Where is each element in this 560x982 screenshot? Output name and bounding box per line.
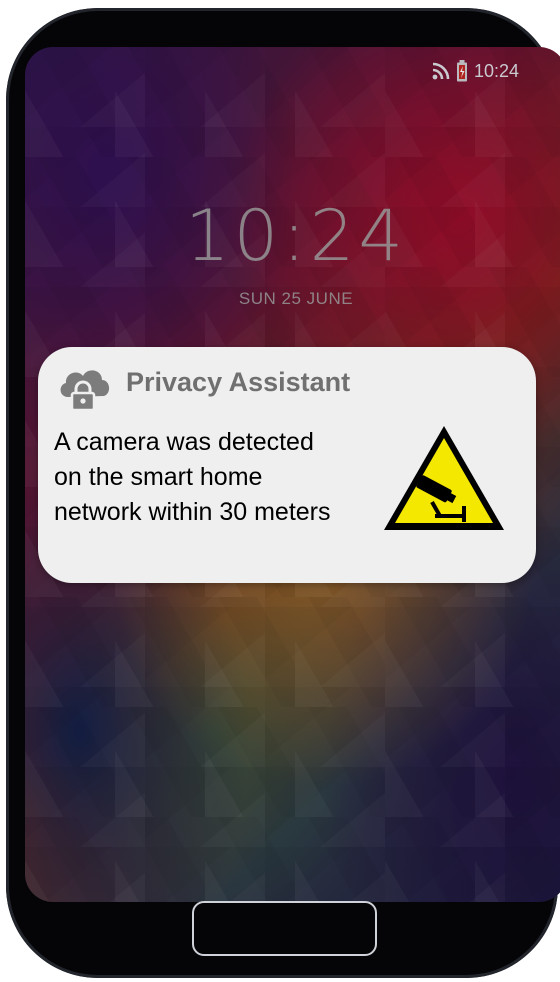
notification-app-name: Privacy Assistant bbox=[126, 367, 351, 397]
lock-clock: 10:24 bbox=[185, 195, 407, 277]
battery-icon bbox=[456, 60, 468, 82]
status-time: 10:24 bbox=[473, 60, 519, 81]
camera-warning-icon bbox=[380, 422, 508, 534]
notification-message: A camera was detected on the smart home … bbox=[54, 425, 414, 530]
cloud-lock-icon bbox=[56, 363, 112, 413]
notification-line: A camera was detected bbox=[54, 428, 314, 456]
notification-line: network within 30 meters bbox=[54, 498, 331, 526]
wifi-icon bbox=[432, 62, 450, 80]
status-bar: 10:24 bbox=[432, 60, 519, 82]
notification-line: on the smart home bbox=[54, 463, 263, 491]
home-button[interactable] bbox=[192, 901, 377, 956]
lock-date: SUN 25 JUNE bbox=[238, 289, 354, 308]
privacy-notification[interactable]: Privacy Assistant A camera was detected … bbox=[38, 347, 536, 583]
